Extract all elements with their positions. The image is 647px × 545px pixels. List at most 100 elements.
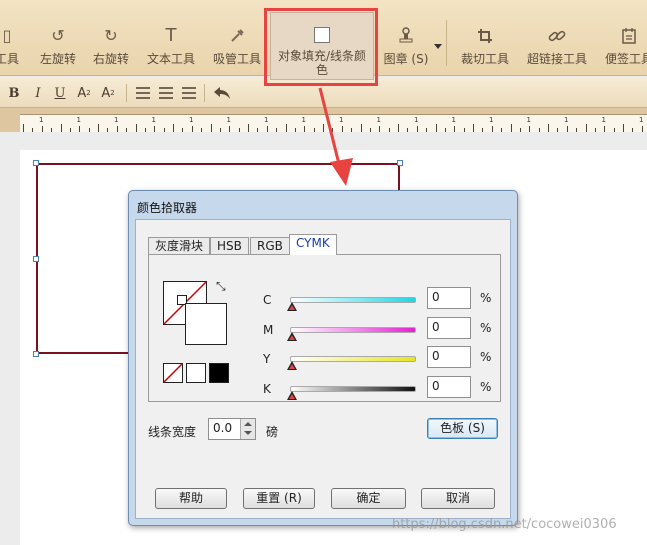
ruler-label: 1 xyxy=(39,116,44,124)
channel-row-c: C 0 % xyxy=(149,287,502,315)
ruler-label: 1 xyxy=(414,116,419,124)
channel-row-m: M 0 % xyxy=(149,317,502,345)
ruler-label: 1 xyxy=(489,116,494,124)
tool-eyedropper[interactable]: 吸管工具 xyxy=(210,0,264,76)
align-right-icon[interactable] xyxy=(180,84,198,102)
yellow-slider-track[interactable] xyxy=(290,356,416,362)
chevron-down-icon[interactable] xyxy=(434,44,442,49)
percent-unit: % xyxy=(480,350,492,364)
ruler-tick xyxy=(135,124,137,132)
ok-button[interactable]: 确定 xyxy=(331,488,406,509)
underline-button[interactable]: U xyxy=(51,84,69,102)
yellow-value-input[interactable]: 0 xyxy=(427,346,471,368)
stamp-icon xyxy=(396,26,416,46)
tool-stamp[interactable]: 图章 (S) xyxy=(384,0,428,76)
resize-handle[interactable] xyxy=(33,256,39,262)
main-toolbar: ▯ 工具 ↺ 左旋转 ↻ 右旋转 T 文本工具 吸管工具 对象填充/线条颜色 图… xyxy=(0,0,647,86)
magenta-slider-track[interactable] xyxy=(290,327,416,333)
tool-text[interactable]: T 文本工具 xyxy=(144,0,198,76)
reset-button[interactable]: 重置 (R) xyxy=(243,488,315,509)
yellow-slider-thumb[interactable] xyxy=(287,361,297,370)
ruler-tick xyxy=(398,124,399,132)
note-icon xyxy=(619,26,639,46)
tool-hand[interactable]: ▯ 工具 xyxy=(0,0,22,76)
ruler-label: 1 xyxy=(151,116,156,124)
tool-label: 图章 (S) xyxy=(383,52,429,66)
hand-icon: ▯ xyxy=(2,26,12,45)
percent-unit: % xyxy=(480,291,492,305)
ruler-tick xyxy=(98,124,99,132)
resize-handle[interactable] xyxy=(33,351,39,357)
ruler-label: 1 xyxy=(451,116,456,124)
tool-note[interactable]: 便签工具 xyxy=(602,0,647,76)
rotate-left-icon: ↺ xyxy=(51,26,65,45)
line-width-label: 线条宽度 xyxy=(148,425,197,439)
ruler-tick xyxy=(510,124,512,132)
tool-rotate-left[interactable]: ↺ 左旋转 xyxy=(36,0,80,76)
superscript-letter: A xyxy=(77,85,87,101)
ruler-tick xyxy=(585,124,587,132)
bold-button[interactable]: B xyxy=(5,84,23,102)
ruler-label: 1 xyxy=(376,116,381,124)
tool-crop[interactable]: 裁切工具 xyxy=(458,0,512,76)
tool-label: 裁切工具 xyxy=(460,52,509,66)
resize-handle[interactable] xyxy=(397,160,403,166)
tab-cymk[interactable]: CYMK xyxy=(289,234,337,255)
align-left-icon[interactable] xyxy=(134,84,152,102)
tab-grayscale[interactable]: 灰度滑块 xyxy=(148,237,211,254)
cyan-slider-track[interactable] xyxy=(290,297,416,303)
cyan-slider-thumb[interactable] xyxy=(287,302,297,311)
dialog-body: 灰度滑块 HSB RGB CYMK ⤡ C 0 % M 0 % Y 0 % K … xyxy=(135,219,511,519)
black-slider-track[interactable] xyxy=(290,386,416,392)
tab-hsb[interactable]: HSB xyxy=(210,237,249,254)
black-slider-thumb[interactable] xyxy=(287,391,297,400)
ruler-label: 1 xyxy=(264,116,269,124)
stepper-up-icon[interactable] xyxy=(244,422,252,426)
tool-label: 左旋转 xyxy=(39,52,76,66)
tool-hyperlink[interactable]: 超链接工具 xyxy=(524,0,590,76)
italic-button[interactable]: I xyxy=(29,84,47,102)
align-center-icon[interactable] xyxy=(157,84,175,102)
ruler-tick xyxy=(435,124,437,132)
channel-row-k: K 0 % xyxy=(149,376,502,404)
ruler-tick xyxy=(248,124,249,132)
line-width-stepper[interactable] xyxy=(240,419,255,439)
rotate-right-icon: ↻ xyxy=(104,26,118,45)
resize-handle[interactable] xyxy=(33,160,39,166)
percent-unit: % xyxy=(480,321,492,335)
magenta-value-input[interactable]: 0 xyxy=(427,317,471,339)
channel-label: K xyxy=(263,382,271,396)
magenta-slider-thumb[interactable] xyxy=(287,332,297,341)
channel-label: C xyxy=(263,293,272,307)
superscript-mark: 2 xyxy=(86,89,91,97)
tool-rotate-right[interactable]: ↻ 右旋转 xyxy=(89,0,133,76)
black-value-input[interactable]: 0 xyxy=(427,376,471,398)
cyan-value-input[interactable]: 0 xyxy=(427,287,471,309)
eyedropper-icon xyxy=(227,26,247,46)
ruler-tick xyxy=(473,124,474,132)
tool-label: 右旋转 xyxy=(92,52,129,66)
channel-label: Y xyxy=(263,352,271,366)
ruler-label: 1 xyxy=(76,116,81,124)
subscript-mark: 2 xyxy=(110,89,115,97)
subscript-button[interactable]: A2 xyxy=(99,84,117,102)
superscript-button[interactable]: A2 xyxy=(75,84,93,102)
ruler-tick xyxy=(210,124,212,132)
help-button[interactable]: 帮助 xyxy=(155,488,227,509)
subscript-letter: A xyxy=(101,85,111,101)
ruler-tick xyxy=(623,124,624,132)
format-separator xyxy=(126,84,127,102)
crop-icon xyxy=(475,26,495,46)
color-picker-dialog: 颜色拾取器 灰度滑块 HSB RGB CYMK ⤡ C 0 % M 0 % Y … xyxy=(128,190,518,526)
ruler-tick xyxy=(548,124,549,132)
ruler-label: 1 xyxy=(639,116,644,124)
cancel-button[interactable]: 取消 xyxy=(421,488,495,509)
dialog-title: 颜色拾取器 xyxy=(137,201,198,215)
palette-button[interactable]: 色板 (S) xyxy=(427,418,498,439)
stepper-down-icon[interactable] xyxy=(244,431,252,435)
tab-rgb[interactable]: RGB xyxy=(250,237,290,254)
tool-label: 便签工具 xyxy=(604,52,647,66)
tool-label: 超链接工具 xyxy=(526,52,587,66)
undo-icon[interactable] xyxy=(212,84,232,102)
ruler-label: 1 xyxy=(564,116,569,124)
